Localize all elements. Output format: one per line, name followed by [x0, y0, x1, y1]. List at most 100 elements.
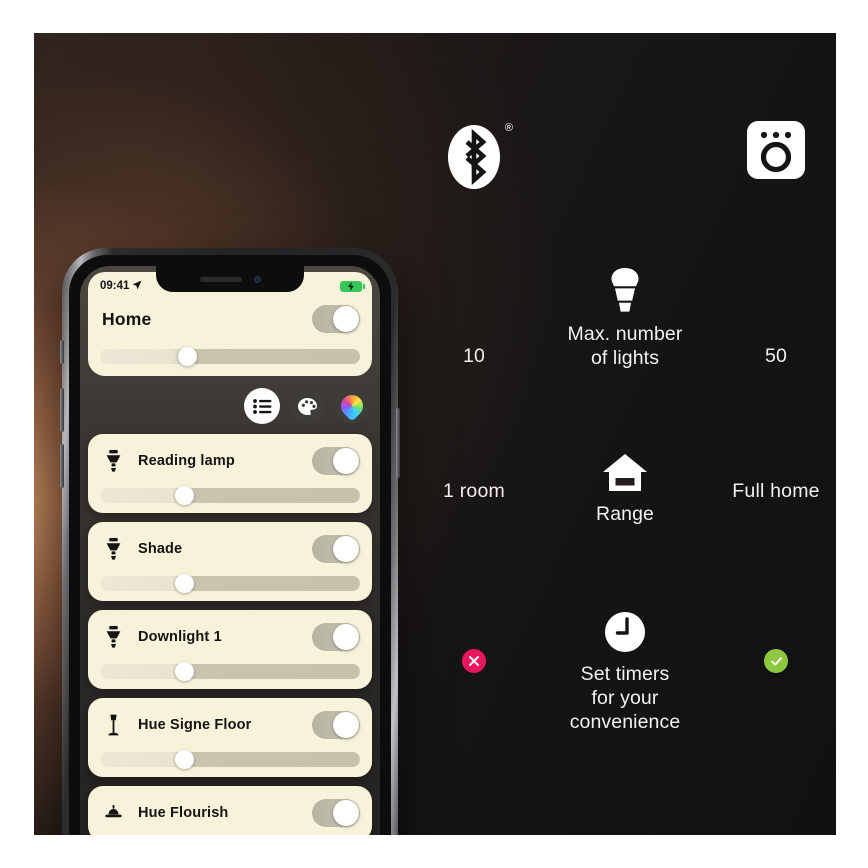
location-arrow-icon	[132, 280, 142, 293]
light-name: Shade	[138, 541, 183, 557]
max-lights-right-value: 50	[764, 345, 788, 368]
light-brightness-slider[interactable]	[100, 486, 360, 505]
range-label-cell: Range	[537, 453, 713, 527]
bluetooth-icon: ®	[447, 121, 513, 193]
phone-power-button[interactable]	[396, 408, 400, 478]
phone-volume-down-button[interactable]	[60, 444, 64, 488]
slider-thumb[interactable]	[175, 574, 195, 593]
phone-screen: 09:41 Home Reading lamp Shade Downlight …	[80, 266, 380, 835]
max-lights-right-value-cell: 50	[716, 344, 836, 370]
phone-notch	[156, 266, 304, 292]
toggle-knob	[333, 712, 359, 738]
light-bulb-icon	[608, 267, 642, 318]
lights-list: Reading lamp Shade Downlight 1 Hue Signe…	[88, 434, 372, 835]
comparison-row-connectivity: ®	[414, 121, 836, 193]
range-right-value-cell: Full home	[716, 479, 836, 527]
list-item[interactable]: Shade	[88, 522, 372, 601]
toggle-knob	[333, 800, 359, 826]
max-lights-label-cell: Max. number of lights	[537, 267, 713, 371]
connectivity-left: ®	[414, 121, 534, 193]
connectivity-middle-spacer	[537, 121, 713, 122]
bulb-spot-icon	[100, 450, 126, 472]
range-right-value: Full home	[732, 479, 820, 502]
bulb-spot-icon	[100, 538, 126, 560]
view-mode-tabs	[244, 388, 370, 424]
light-row-header: Shade	[100, 531, 360, 567]
front-camera-icon	[253, 275, 261, 283]
list-item[interactable]: Hue Flourish	[88, 786, 372, 835]
timers-label-line2: for your	[591, 686, 659, 709]
clock-icon	[604, 611, 646, 658]
tab-scenes-palette[interactable]	[289, 388, 325, 424]
home-brightness-slider[interactable]	[100, 347, 360, 366]
bulb-spot-icon	[100, 626, 126, 648]
timers-label-line3: convenience	[569, 710, 681, 733]
light-row-header: Reading lamp	[100, 443, 360, 479]
cross-badge-icon	[462, 649, 486, 673]
light-toggle[interactable]	[312, 799, 360, 827]
light-toggle[interactable]	[312, 711, 360, 739]
slider-thumb[interactable]	[175, 662, 195, 681]
home-master-toggle[interactable]	[312, 305, 360, 333]
light-row-header: Hue Signe Floor	[100, 707, 360, 743]
battery-charging-icon	[340, 280, 365, 292]
slider-thumb[interactable]	[175, 486, 195, 505]
tab-rooms-list[interactable]	[244, 388, 280, 424]
light-toggle[interactable]	[312, 447, 360, 475]
toggle-knob	[333, 448, 359, 474]
hue-bridge-icon	[747, 121, 805, 184]
house-icon	[602, 453, 648, 498]
toggle-knob	[333, 624, 359, 650]
phone-mockup: 09:41 Home Reading lamp Shade Downlight …	[60, 248, 400, 835]
ceiling-lamp-icon	[100, 805, 126, 821]
phone-mute-switch[interactable]	[60, 340, 64, 364]
max-lights-left-value: 10	[462, 345, 486, 368]
timers-right-cell	[716, 611, 836, 673]
color-pin-icon	[336, 390, 368, 422]
timers-left-cell	[414, 611, 534, 673]
list-item[interactable]: Reading lamp	[88, 434, 372, 513]
light-name: Downlight 1	[138, 629, 222, 645]
list-item[interactable]: Hue Signe Floor	[88, 698, 372, 777]
comparison-row-timers: Set timers for your convenience	[414, 611, 836, 734]
status-bar-time: 09:41	[100, 280, 130, 292]
comparison-grid: ® 10 Max. number of lights 50 1 room Ran…	[414, 33, 836, 835]
light-toggle[interactable]	[312, 623, 360, 651]
timers-label-cell: Set timers for your convenience	[537, 611, 713, 734]
range-left-value: 1 room	[443, 479, 505, 502]
light-brightness-slider[interactable]	[100, 662, 360, 681]
slider-thumb[interactable]	[178, 347, 197, 366]
tab-colors[interactable]	[334, 388, 370, 424]
toggle-knob	[333, 536, 359, 562]
range-left-value-cell: 1 room	[414, 479, 534, 527]
home-title-row: Home	[102, 302, 360, 336]
light-row-header: Hue Flourish	[100, 795, 360, 831]
floor-lamp-icon	[100, 714, 126, 736]
toggle-knob	[333, 306, 359, 332]
max-lights-label-line1: Max. number	[567, 323, 683, 345]
comparison-row-range: 1 room Range Full home	[414, 453, 836, 527]
slider-thumb[interactable]	[175, 750, 195, 769]
phone-volume-up-button[interactable]	[60, 388, 64, 432]
earpiece-speaker	[199, 276, 242, 282]
home-title: Home	[102, 308, 152, 329]
light-toggle[interactable]	[312, 535, 360, 563]
max-lights-left-value-cell: 10	[414, 344, 534, 370]
status-bar-left: 09:41	[100, 280, 142, 293]
timers-label-line1: Set timers	[580, 663, 670, 685]
scene-canvas: ® 10 Max. number of lights 50 1 room Ran…	[34, 33, 836, 835]
connectivity-right	[716, 121, 836, 184]
light-brightness-slider[interactable]	[100, 574, 360, 593]
light-name: Reading lamp	[138, 453, 235, 469]
light-name: Hue Flourish	[138, 805, 229, 821]
light-name: Hue Signe Floor	[138, 717, 252, 733]
comparison-row-max-lights: 10 Max. number of lights 50	[414, 267, 836, 371]
light-row-header: Downlight 1	[100, 619, 360, 655]
check-badge-icon	[764, 649, 788, 673]
range-label: Range	[596, 503, 654, 525]
light-brightness-slider[interactable]	[100, 750, 360, 769]
phone-bezel: 09:41 Home Reading lamp Shade Downlight …	[69, 255, 391, 835]
max-lights-label-line2: of lights	[590, 346, 660, 369]
list-item[interactable]: Downlight 1	[88, 610, 372, 689]
registered-trademark-mark: ®	[504, 122, 513, 134]
